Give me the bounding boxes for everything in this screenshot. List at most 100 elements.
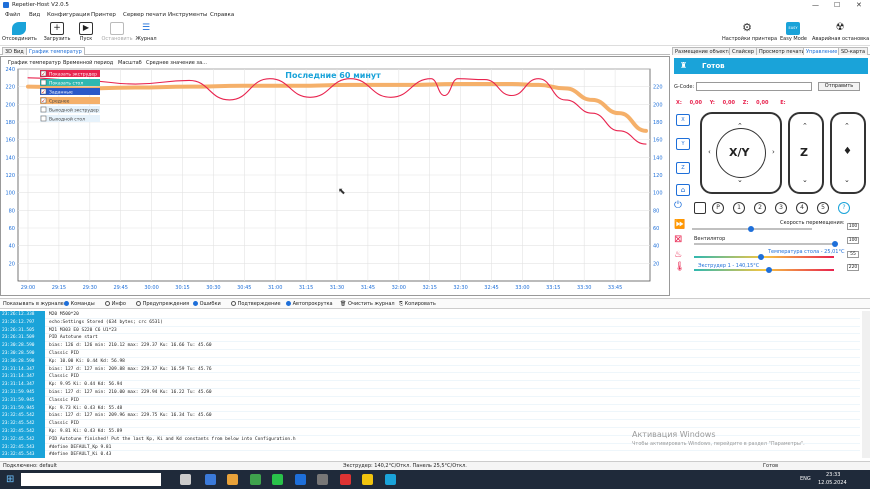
extruder-select-button[interactable]: 2	[754, 202, 766, 214]
log-scrollbar[interactable]	[862, 311, 870, 458]
log-filter-ack[interactable]: Подтверждение	[231, 301, 281, 307]
app-icon-8[interactable]	[362, 474, 373, 485]
xy-jog-pad[interactable]: X/Y ⌃ ⌄ ‹ ›	[700, 112, 782, 194]
extruder-select-button[interactable]: P	[712, 202, 724, 214]
log-filter-warnings[interactable]: Предупреждения	[136, 301, 189, 307]
app-icon-5[interactable]	[295, 474, 306, 485]
log-filter-errors[interactable]: Ошибки	[193, 301, 221, 307]
extruder-heat-icon[interactable]: 🌡	[674, 262, 685, 272]
extruder-slider[interactable]	[694, 267, 834, 273]
speed-slider[interactable]	[692, 226, 812, 232]
legend-checkbox[interactable]	[40, 115, 47, 122]
log-filter-info[interactable]: Инфо	[105, 301, 126, 307]
app-icon-7[interactable]	[340, 474, 351, 485]
jog-down-icon[interactable]: ⌄	[737, 176, 743, 184]
extruder-input[interactable]: 220	[847, 264, 859, 271]
fan-icon[interactable]: ⊠	[674, 234, 682, 245]
jog-up-icon[interactable]: ⌃	[737, 122, 743, 130]
emergency-stop-button[interactable]: ☢ Аварийная остановка	[812, 21, 869, 45]
home-z-button[interactable]: Z	[676, 162, 690, 174]
fan-input[interactable]: 100	[847, 237, 859, 244]
extruder-select-button[interactable]: 4	[796, 202, 808, 214]
app-icon-2[interactable]	[227, 474, 238, 485]
autoscroll-radio[interactable]	[286, 301, 291, 306]
menu-config[interactable]: Конфигурация	[47, 12, 90, 18]
home-x-button[interactable]: X	[676, 114, 690, 126]
disconnect-button[interactable]: Отсоединить	[2, 21, 37, 45]
tab-print-preview[interactable]: Просмотр печати	[756, 47, 808, 55]
task-view-icon[interactable]	[180, 474, 191, 485]
info-radio[interactable]	[105, 301, 110, 306]
minimize-icon[interactable]: —	[812, 1, 819, 9]
gcode-input[interactable]	[696, 82, 812, 91]
home-all-button[interactable]: ⌂	[676, 184, 690, 196]
warnings-radio[interactable]	[136, 301, 141, 306]
printer-settings-button[interactable]: ⚙ Настройки принтера	[722, 21, 777, 45]
tab-sd-card[interactable]: SD-карта	[838, 47, 869, 55]
tab-slicer[interactable]: Слайсер	[729, 47, 757, 55]
whatsapp-icon[interactable]	[272, 474, 283, 485]
fan-slider[interactable]	[694, 241, 838, 247]
app-icon-3[interactable]	[250, 474, 261, 485]
stop-button[interactable]: Остановить	[101, 21, 133, 45]
menu-tools[interactable]: Инструменты	[168, 12, 207, 18]
log-message: PID Autotune start	[45, 334, 860, 343]
close-icon[interactable]: ✕	[856, 1, 862, 9]
z-jog-pad[interactable]: ⌃ Z ⌄	[788, 112, 824, 194]
log-button[interactable]: ☰ Журнал	[135, 21, 157, 45]
y-tick-left: 20	[9, 261, 15, 267]
windows-start-icon[interactable]: ⊞	[6, 474, 14, 485]
power-icon[interactable]: ⏻	[674, 200, 682, 211]
maximize-icon[interactable]: ☐	[834, 1, 840, 9]
extruder-select-button[interactable]: 3	[775, 202, 787, 214]
e-down-icon[interactable]: ⌄	[844, 176, 850, 184]
tab-3d-view[interactable]: 3D Вид	[2, 47, 27, 55]
repetier-taskbar-icon[interactable]	[385, 474, 396, 485]
fan-slider-knob[interactable]	[832, 241, 838, 247]
send-button[interactable]: Отправить	[818, 82, 860, 91]
z-up-icon[interactable]: ⌃	[802, 122, 808, 130]
clear-log-button[interactable]: 🗑 Очистить журнал	[340, 301, 395, 307]
ack-radio[interactable]	[231, 301, 236, 306]
jog-right-icon[interactable]: ›	[772, 148, 775, 156]
legend-checkbox[interactable]	[40, 79, 47, 86]
log-timestamp: 23:30:28.590	[0, 349, 45, 358]
app-icon-1[interactable]	[205, 474, 216, 485]
log-autoscroll[interactable]: Автопрокрутка	[286, 301, 333, 307]
speed-slider-knob[interactable]	[748, 226, 754, 232]
menu-file[interactable]: Файл	[5, 12, 20, 18]
errors-radio[interactable]	[193, 301, 198, 306]
heated-bed-icon[interactable]: ♨	[674, 250, 682, 260]
load-button[interactable]: + Загрузить	[42, 21, 72, 45]
commands-radio[interactable]	[64, 301, 69, 306]
z-down-icon[interactable]: ⌄	[802, 176, 808, 184]
menu-help[interactable]: Справка	[210, 12, 234, 18]
speed-input[interactable]: 100	[847, 223, 859, 230]
copy-log-button[interactable]: ⎘ Копировать	[399, 301, 436, 307]
bed-slider-knob[interactable]	[758, 254, 764, 260]
tab-control[interactable]: Управление	[803, 47, 841, 55]
home-y-button[interactable]: Y	[676, 138, 690, 150]
extruder-jog-pad[interactable]: ⌃ ♦ ⌄	[830, 112, 866, 194]
menu-printer[interactable]: Принтер	[91, 12, 116, 18]
menu-view[interactable]: Вид	[29, 12, 40, 18]
log-filter-commands[interactable]: Команды	[64, 301, 95, 307]
menu-print-server[interactable]: Сервер печати	[123, 12, 166, 18]
easy-mode-button[interactable]: EASY Easy Mode	[780, 21, 807, 45]
printer-camera-icon[interactable]	[694, 202, 706, 214]
extruder-slider-knob[interactable]	[766, 267, 772, 273]
extruder-select-button[interactable]: ?	[838, 202, 850, 214]
e-up-icon[interactable]: ⌃	[844, 122, 850, 130]
legend-checkbox[interactable]	[40, 106, 47, 113]
tab-object-placement[interactable]: Размещение объекта	[672, 47, 735, 55]
jog-left-icon[interactable]: ‹	[708, 148, 711, 156]
start-button[interactable]: ▶ Пуск	[77, 21, 95, 45]
extruder-select-button[interactable]: 1	[733, 202, 745, 214]
x-tick: 32:00	[392, 285, 406, 291]
bed-input[interactable]: 55	[847, 251, 859, 258]
taskbar-search-box[interactable]	[21, 473, 161, 486]
bed-slider[interactable]	[694, 254, 834, 260]
app-icon-6[interactable]	[317, 474, 328, 485]
extruder-select-button[interactable]: 5	[817, 202, 829, 214]
tab-temperature-graph[interactable]: График температур	[26, 47, 85, 55]
